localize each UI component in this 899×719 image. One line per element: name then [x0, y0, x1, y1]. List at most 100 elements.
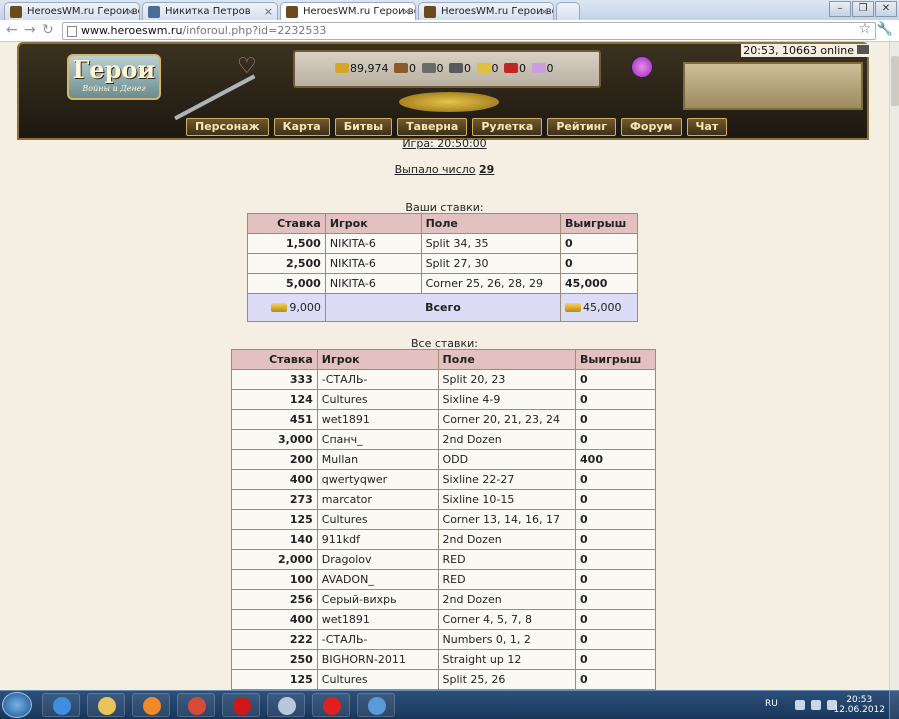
taskbar-notepad-button[interactable]: [267, 693, 305, 717]
nav-chat[interactable]: Чат: [686, 118, 728, 136]
new-tab-button[interactable]: [556, 2, 580, 20]
cell-player[interactable]: AVADON_: [316, 569, 439, 590]
close-tab-icon[interactable]: ×: [264, 5, 273, 18]
nav-battles[interactable]: Битвы: [334, 118, 393, 136]
bookmark-star-icon[interactable]: ☆: [858, 21, 871, 37]
forward-icon[interactable]: →: [24, 22, 36, 38]
heart-icon[interactable]: ♡: [237, 54, 257, 79]
header-win: Выигрыш: [560, 213, 638, 234]
wrench-icon[interactable]: 🔧: [877, 22, 893, 37]
game-time-link[interactable]: Игра: 20:50:00: [402, 137, 486, 150]
cell-win: 0: [575, 669, 656, 690]
cell-player[interactable]: Mullan: [316, 449, 439, 470]
cell-player[interactable]: NIKITA-6: [324, 253, 422, 274]
resource-sulfur: 0: [491, 62, 499, 75]
browser-tab-4[interactable]: HeroesWM.ru Герои войны ×: [418, 2, 554, 20]
start-button[interactable]: [2, 692, 32, 718]
reload-icon[interactable]: ↻: [42, 22, 54, 38]
browser-tab-3[interactable]: HeroesWM.ru Герои войны ×: [280, 2, 416, 21]
game-logo[interactable]: Герои Войны и Денег: [67, 54, 161, 100]
browser-tab-2[interactable]: Никитка Петров ×: [142, 2, 278, 20]
taskbar-ie-button[interactable]: [42, 693, 80, 717]
opera-icon: [233, 697, 251, 715]
address-bar[interactable]: www.heroeswm.ru/inforoul.php?id=2232533: [62, 22, 876, 40]
cell-player[interactable]: 911kdf: [316, 529, 439, 550]
network-icon[interactable]: [811, 700, 821, 710]
browser-toolbar: ← → ↻ www.heroeswm.ru/inforoul.php?id=22…: [0, 20, 899, 42]
taskbar-yandex-button[interactable]: [312, 693, 350, 717]
table-row: 1,500 NIKITA-6 Split 34, 35 0: [247, 233, 638, 254]
game-time[interactable]: Игра: 20:50:00: [0, 137, 889, 150]
cell-player[interactable]: wet1891: [316, 409, 439, 430]
cell-player[interactable]: Серый-вихрь: [316, 589, 439, 610]
nav-map[interactable]: Карта: [273, 118, 330, 136]
cell-player[interactable]: NIKITA-6: [324, 233, 422, 254]
browser-tab-1[interactable]: HeroesWM.ru Герои войны ×: [4, 2, 140, 20]
cell-player[interactable]: NIKITA-6: [324, 273, 422, 294]
close-tab-icon[interactable]: ×: [540, 5, 549, 18]
cell-field: Split 27, 30: [420, 253, 562, 274]
cell-player[interactable]: qwertyqwer: [316, 469, 439, 490]
taskbar-chrome-button[interactable]: [177, 693, 215, 717]
show-desktop-button[interactable]: [889, 691, 899, 719]
cell-bet: 140: [231, 529, 318, 550]
cell-player[interactable]: -СТАЛЬ-: [316, 629, 439, 650]
online-icon: [857, 45, 869, 54]
cell-bet: 1,500: [247, 233, 326, 254]
gold-icon: [271, 303, 288, 312]
cell-win: 0: [575, 569, 656, 590]
cell-field: 2nd Dozen: [437, 429, 577, 450]
wood-icon: [394, 63, 408, 73]
taskbar-explorer-button[interactable]: [87, 693, 125, 717]
table-row: 100 AVADON_ RED 0: [231, 569, 656, 590]
total-label: Всего: [324, 293, 562, 322]
cell-player[interactable]: BIGHORN-2011: [316, 649, 439, 670]
flask-icon[interactable]: [631, 56, 653, 78]
cell-win: 0: [575, 509, 656, 530]
cell-win: 0: [575, 409, 656, 430]
table-row: 400 wet1891 Corner 4, 5, 7, 80: [231, 609, 656, 630]
cell-player[interactable]: marcator: [316, 489, 439, 510]
back-icon[interactable]: ←: [6, 22, 18, 38]
taskbar-opera-button[interactable]: [222, 693, 260, 717]
scrollbar-thumb[interactable]: [891, 56, 899, 106]
cell-win: 0: [575, 529, 656, 550]
cell-player[interactable]: -СТАЛЬ-: [316, 369, 439, 390]
cell-field: ODD: [437, 449, 577, 470]
tray-clock[interactable]: 20:53 12.06.2012: [833, 695, 885, 715]
heroes-icon: [424, 6, 436, 18]
taskbar-mail-button[interactable]: [357, 693, 395, 717]
nav-tavern[interactable]: Таверна: [397, 118, 468, 136]
minimize-icon[interactable]: –: [829, 1, 851, 17]
sulfur-icon: [476, 63, 491, 73]
cell-player[interactable]: Dragolov: [316, 549, 439, 570]
nav-character[interactable]: Персонаж: [186, 118, 269, 136]
language-indicator[interactable]: RU: [765, 699, 778, 709]
taskbar-media-button[interactable]: [132, 693, 170, 717]
cell-player[interactable]: Cultures: [316, 669, 439, 690]
cell-player[interactable]: Cultures: [316, 509, 439, 530]
close-tab-icon[interactable]: ×: [402, 5, 411, 18]
tray-flag-icon[interactable]: [795, 700, 805, 710]
tray-time: 20:53: [846, 695, 873, 705]
nav-rating[interactable]: Рейтинг: [547, 118, 617, 136]
nav-forum[interactable]: Форум: [621, 118, 682, 136]
table-row: 451 wet1891 Corner 20, 21, 23, 24 0: [231, 409, 656, 430]
cell-player[interactable]: wet1891: [316, 609, 439, 630]
cell-player[interactable]: Cultures: [316, 389, 439, 410]
clock-text: 20:53, 10663 online: [743, 44, 854, 57]
table-row: 2,000 Dragolov RED 0: [231, 549, 656, 570]
cell-bet: 451: [231, 409, 318, 430]
cell-win: 0: [575, 589, 656, 610]
close-window-icon[interactable]: ✕: [875, 1, 897, 17]
cell-field: Corner 13, 14, 16, 17: [437, 509, 577, 530]
cell-player[interactable]: Спанч_: [316, 429, 439, 450]
page-scrollbar[interactable]: [889, 42, 899, 690]
close-tab-icon[interactable]: ×: [126, 5, 135, 18]
cell-win: 0: [575, 629, 656, 650]
nav-roulette[interactable]: Рулетка: [472, 118, 543, 136]
header-field: Поле: [437, 349, 577, 370]
maximize-icon[interactable]: ❐: [852, 1, 874, 17]
header-bet: Ставка: [231, 349, 318, 370]
gold-icon: [565, 303, 582, 312]
